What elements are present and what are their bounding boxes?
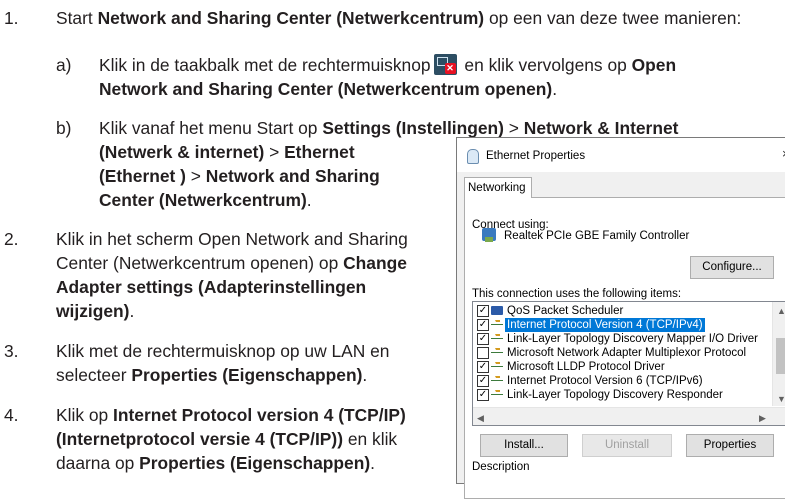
protocol-icon <box>491 362 503 371</box>
items-label: This connection uses the following items… <box>472 288 682 300</box>
step-4-line2: (Internetprotocol versie 4 (TCP/IP)) en … <box>56 429 398 449</box>
dialog-title-bar: Ethernet Properties × <box>457 138 785 172</box>
list-item[interactable]: ✓ Microsoft LLDP Protocol Driver <box>473 360 773 374</box>
checkbox[interactable] <box>477 347 489 359</box>
step-1-text: Start Network and Sharing Center (Netwer… <box>56 8 742 28</box>
checkbox[interactable]: ✓ <box>477 333 489 345</box>
tab-networking[interactable]: Networking <box>464 177 532 198</box>
checkbox[interactable]: ✓ <box>477 389 489 401</box>
step-2-line4: wijzigen). <box>56 301 135 321</box>
step-1-number: 1. <box>4 8 19 28</box>
items-list[interactable]: ✓ QoS Packet Scheduler ✓ Internet Protoc… <box>472 301 785 426</box>
sub-b-label: b) <box>56 118 72 138</box>
properties-button[interactable]: Properties <box>686 434 774 457</box>
qos-icon <box>491 306 503 315</box>
step-2-line1: Klik in het scherm Open Network and Shar… <box>56 229 408 249</box>
list-item[interactable]: Microsoft Network Adapter Multiplexor Pr… <box>473 346 773 360</box>
adapter-name: Realtek PCIe GBE Family Controller <box>504 230 690 242</box>
ethernet-properties-dialog: Ethernet Properties × Networking Connect… <box>456 137 785 499</box>
checkbox[interactable]: ✓ <box>477 375 489 387</box>
step-3-line2: selecteer Properties (Eigenschappen). <box>56 365 368 385</box>
uninstall-button: Uninstall <box>582 434 672 457</box>
protocol-icon <box>491 376 503 385</box>
step-3-line1: Klik met de rechtermuisknop op uw LAN en <box>56 341 390 361</box>
checkbox[interactable]: ✓ <box>477 305 489 317</box>
protocol-icon <box>491 334 503 343</box>
sub-b-line4: Center (Netwerkcentrum). <box>99 190 312 210</box>
step-2-number: 2. <box>4 229 19 249</box>
vertical-scrollbar[interactable]: ▲ ▼ <box>772 302 785 406</box>
protocol-icon <box>491 348 503 357</box>
network-card-icon <box>482 228 496 242</box>
checkbox[interactable]: ✓ <box>477 319 489 331</box>
list-item[interactable]: ✓ Link-Layer Topology Discovery Mapper I… <box>473 332 773 346</box>
step-4-line1: Klik op Internet Protocol version 4 (TCP… <box>56 405 406 425</box>
horizontal-scrollbar[interactable]: ◀ ▶ <box>473 407 785 425</box>
sub-a-label: a) <box>56 55 72 75</box>
sub-a-line2: Network and Sharing Center (Netwerkcentr… <box>99 79 558 99</box>
list-item-selected[interactable]: ✓ Internet Protocol Version 4 (TCP/IPv4) <box>473 318 773 332</box>
step-1-bold: Network and Sharing Center (Netwerkcentr… <box>97 8 485 28</box>
network-adapter-icon <box>467 149 479 164</box>
configure-button[interactable]: Configure... <box>690 256 774 279</box>
step-3-number: 3. <box>4 341 19 361</box>
scroll-up-icon[interactable]: ▲ <box>777 304 785 318</box>
sub-b-line3: (Ethernet ) > Network and Sharing <box>99 166 380 186</box>
step-2-line3: Adapter settings (Adapterinstellingen <box>56 277 367 297</box>
description-label: Description <box>472 461 530 473</box>
scroll-left-icon[interactable]: ◀ <box>477 411 484 425</box>
sub-b-line2: (Netwerk & internet) > Ethernet <box>99 142 355 162</box>
protocol-icon <box>491 320 503 329</box>
network-tray-icon: ✕ <box>433 54 457 75</box>
protocol-icon <box>491 390 503 399</box>
adapter-field: Realtek PCIe GBE Family Controller <box>472 223 785 249</box>
sub-a-line1: Klik in de taakbalk met de rechtermuiskn… <box>99 54 677 75</box>
list-item[interactable]: ✓ QoS Packet Scheduler <box>473 304 773 318</box>
scroll-right-icon[interactable]: ▶ <box>759 411 766 425</box>
step-2-line2: Center (Netwerkcentrum openen) op Change <box>56 253 407 273</box>
step-4-number: 4. <box>4 405 19 425</box>
list-item[interactable]: ✓ Link-Layer Topology Discovery Responde… <box>473 388 773 402</box>
scroll-down-icon[interactable]: ▼ <box>777 392 785 406</box>
scroll-thumb[interactable] <box>776 338 785 374</box>
dialog-title: Ethernet Properties <box>486 150 586 162</box>
checkbox[interactable]: ✓ <box>477 361 489 373</box>
list-item[interactable]: ✓ Internet Protocol Version 6 (TCP/IPv6) <box>473 374 773 388</box>
step-4-line3: daarna op Properties (Eigenschappen). <box>56 453 375 473</box>
install-button[interactable]: Install... <box>480 434 568 457</box>
